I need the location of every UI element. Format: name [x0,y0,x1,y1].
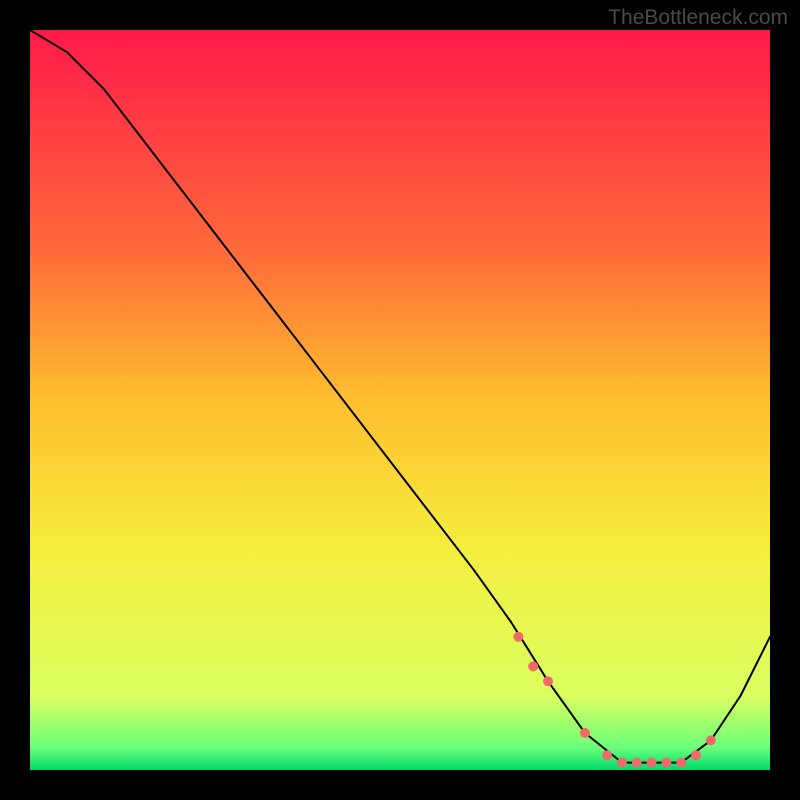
highlight-point [661,758,671,768]
gradient-background [30,30,770,770]
chart-root: TheBottleneck.com [0,0,800,800]
highlight-point [580,728,590,738]
highlight-point [691,750,701,760]
highlight-point [647,758,657,768]
highlight-point [528,661,538,671]
highlight-point [706,735,716,745]
highlight-point [513,632,523,642]
watermark-text: TheBottleneck.com [608,6,788,30]
highlight-point [617,758,627,768]
chart-svg [30,30,770,770]
highlight-point [632,758,642,768]
highlight-point [676,758,686,768]
highlight-point [543,676,553,686]
plot-area [30,30,770,770]
highlight-point [602,750,612,760]
